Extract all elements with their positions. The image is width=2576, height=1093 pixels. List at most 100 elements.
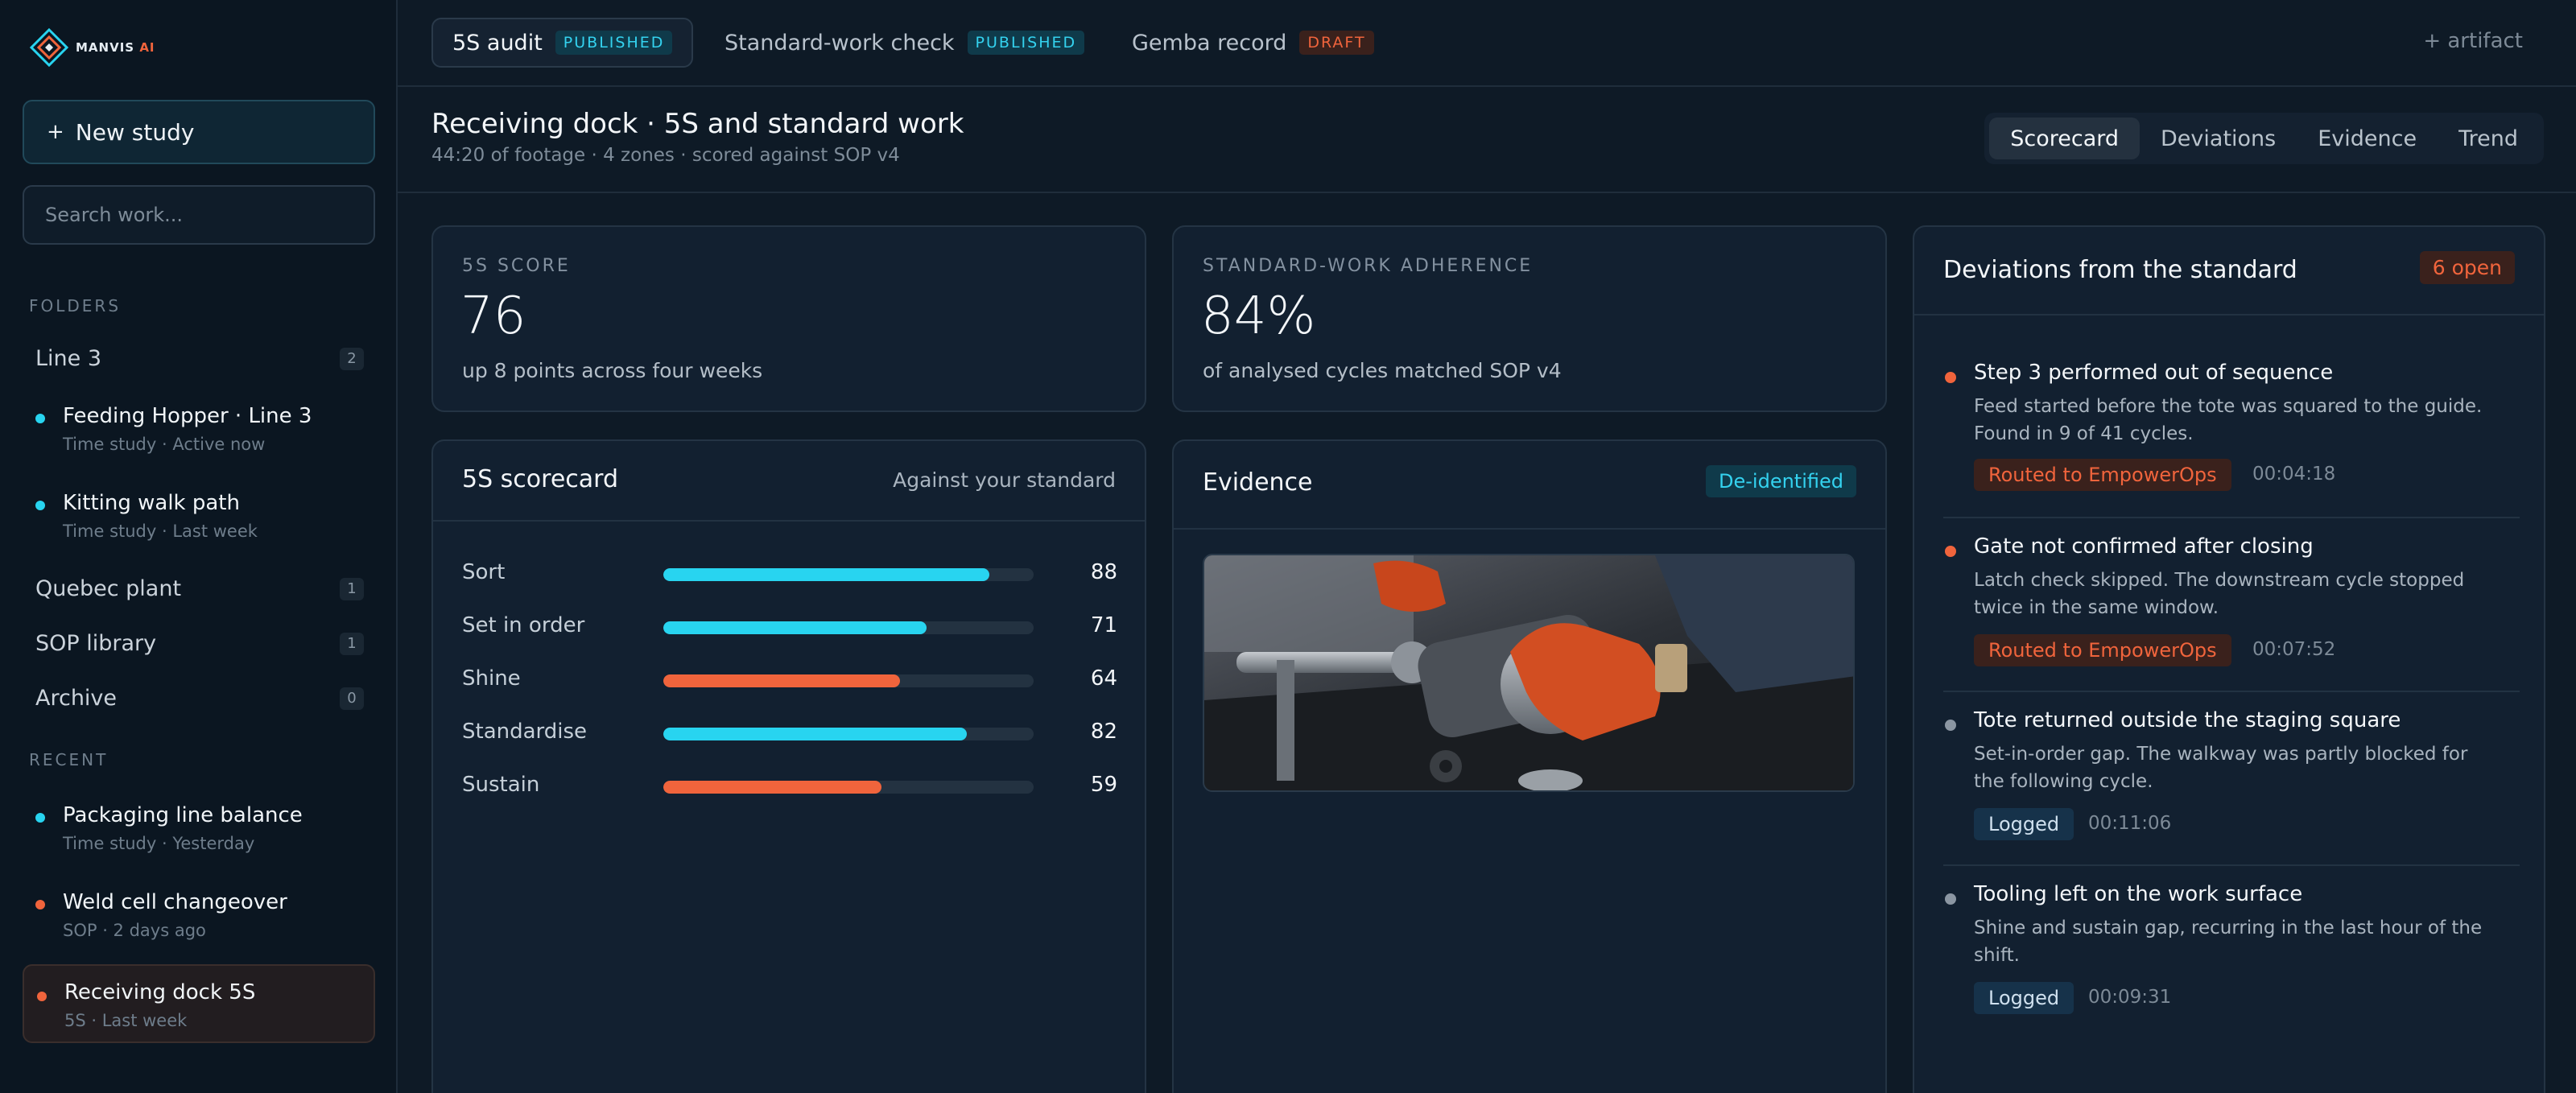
score-bar-track — [663, 568, 1034, 581]
deviation-item[interactable]: Step 3 performed out of sequence Feed st… — [1943, 361, 2507, 505]
new-study-label: New study — [75, 118, 195, 146]
folder-sop-library[interactable]: SOP library 1 — [35, 631, 364, 656]
adherence-card: STANDARD-WORK ADHERENCE 84% of analysed … — [1172, 225, 1887, 412]
page-subtitle: 44:20 of footage · 4 zones · scored agai… — [431, 145, 900, 166]
score-row: Sustain 59 — [462, 773, 1117, 800]
tab-5s-audit[interactable]: 5S audit PUBLISHED — [431, 18, 694, 68]
score-label: Shine — [462, 666, 521, 691]
folder-quebec-plant[interactable]: Quebec plant 1 — [35, 576, 364, 601]
folder-archive[interactable]: Archive 0 — [35, 686, 364, 711]
search-input[interactable] — [23, 185, 375, 245]
folder-label: Line 3 — [35, 346, 102, 371]
evidence-image — [1204, 555, 1853, 790]
5s-score-card: 5S SCORE 76 up 8 points across four week… — [431, 225, 1146, 412]
recent-heading: RECENT — [29, 750, 109, 769]
metric-note: up 8 points across four weeks — [462, 359, 763, 382]
folder-line-3[interactable]: Line 3 2 — [35, 346, 364, 371]
study-subtitle: 5S · Last week — [64, 1011, 188, 1030]
study-subtitle: Time study · Last week — [63, 522, 258, 541]
routed-tag[interactable]: Routed to EmpowerOps — [1974, 459, 2231, 491]
deviation-title: Step 3 performed out of sequence — [1974, 361, 2334, 385]
routed-tag[interactable]: Routed to EmpowerOps — [1974, 634, 2231, 666]
folder-count: 0 — [340, 687, 364, 710]
page-header: Receiving dock · 5S and standard work 44… — [398, 87, 2576, 193]
logged-tag[interactable]: Logged — [1974, 808, 2074, 840]
tab-evidence[interactable]: Evidence — [2297, 118, 2438, 159]
score-value: 71 — [1090, 613, 1117, 637]
status-dot — [35, 501, 45, 510]
folder-count: 1 — [340, 632, 364, 655]
folder-label: Archive — [35, 686, 118, 711]
score-row: Set in order 71 — [462, 613, 1117, 641]
timestamp[interactable]: 00:04:18 — [2252, 464, 2335, 485]
metric-label: STANDARD-WORK ADHERENCE — [1203, 256, 1534, 276]
scorecard-card: 5S scorecard Against your standard Sort 8… — [431, 439, 1146, 1093]
score-label: Sustain — [462, 773, 540, 797]
card-title: 5S scorecard — [462, 465, 619, 493]
deviations-card: Deviations from the standard 6 open Step… — [1913, 225, 2545, 1093]
tab-standard-work-check[interactable]: Standard-work check PUBLISHED — [724, 18, 1085, 68]
score-label: Standardise — [462, 720, 588, 744]
card-title: Evidence — [1203, 468, 1313, 497]
tab-label: 5S audit — [452, 30, 543, 56]
status-dot — [35, 900, 45, 909]
timestamp[interactable]: 00:07:52 — [2252, 639, 2335, 660]
study-title: Kitting walk path — [63, 491, 240, 515]
severity-dot — [1945, 546, 1956, 557]
score-value: 64 — [1090, 666, 1117, 691]
deviation-description: Shine and sustain gap, recurring in the … — [1974, 918, 2483, 966]
card-title: Deviations from the standard — [1943, 256, 2297, 284]
score-bar-track — [663, 674, 1034, 687]
deviation-description: Set-in-order gap. The walkway was partly… — [1974, 744, 2468, 792]
logged-tag[interactable]: Logged — [1974, 982, 2074, 1014]
evidence-card: Evidence De-identified — [1172, 439, 1887, 1093]
new-study-button[interactable]: + New study — [23, 100, 375, 164]
study-title: Weld cell changeover — [63, 890, 287, 914]
score-value: 88 — [1090, 560, 1117, 584]
divider — [1943, 864, 2520, 866]
timestamp[interactable]: 00:09:31 — [2088, 987, 2171, 1008]
page-title: Receiving dock · 5S and standard work — [431, 108, 964, 140]
timestamp[interactable]: 00:11:06 — [2088, 813, 2171, 834]
de-identified-badge: De-identified — [1706, 465, 1856, 497]
status-dot — [35, 813, 45, 823]
add-artifact-button[interactable]: + artifact — [2423, 29, 2523, 53]
deviation-title: Gate not confirmed after closing — [1974, 534, 2314, 559]
divider — [1943, 691, 2520, 692]
score-value: 82 — [1090, 720, 1117, 744]
tab-label: Gemba record — [1132, 30, 1287, 56]
deviation-item[interactable]: Tote returned outside the staging square… — [1943, 708, 2507, 853]
card-aside: Against your standard — [893, 468, 1116, 492]
score-bar-track — [663, 621, 1034, 634]
study-subtitle: SOP · 2 days ago — [63, 921, 206, 940]
status-dot — [35, 414, 45, 423]
tab-trend[interactable]: Trend — [2438, 118, 2539, 159]
deviation-item[interactable]: Gate not confirmed after closing Latch c… — [1943, 534, 2507, 679]
card-header: Deviations from the standard 6 open — [1914, 227, 2544, 316]
score-bar-fill — [663, 674, 901, 687]
folder-count: 1 — [340, 577, 364, 600]
logo[interactable]: MANVIS AI — [29, 27, 155, 68]
tab-scorecard[interactable]: Scorecard — [1989, 118, 2140, 159]
score-value: 59 — [1090, 773, 1117, 797]
deviation-description: Latch check skipped. The downstream cycl… — [1974, 570, 2465, 618]
study-title: Receiving dock 5S — [64, 980, 256, 1004]
severity-dot — [1945, 372, 1956, 383]
severity-dot — [1945, 720, 1956, 731]
tab-deviations[interactable]: Deviations — [2140, 118, 2297, 159]
severity-dot — [1945, 893, 1956, 905]
deviation-item[interactable]: Tooling left on the work surface Shine a… — [1943, 882, 2507, 1027]
status-badge: DRAFT — [1299, 31, 1374, 55]
metric-label: 5S SCORE — [462, 256, 571, 276]
tab-gemba-record[interactable]: Gemba record DRAFT — [1132, 18, 1374, 68]
folder-label: SOP library — [35, 631, 157, 656]
sidebar: MANVIS AI + New study FOLDERS Line 3 2 F… — [0, 0, 398, 1093]
logo-mark-icon — [29, 27, 69, 68]
recent-item-receiving-dock[interactable]: Receiving dock 5S 5S · Last week — [23, 964, 375, 1043]
study-subtitle: Time study · Active now — [63, 435, 266, 454]
evidence-frame[interactable] — [1203, 554, 1855, 792]
tab-label: Standard-work check — [724, 30, 955, 56]
score-bar-track — [663, 781, 1034, 794]
study-subtitle: Time study · Yesterday — [63, 834, 255, 853]
score-bar-track — [663, 728, 1034, 740]
